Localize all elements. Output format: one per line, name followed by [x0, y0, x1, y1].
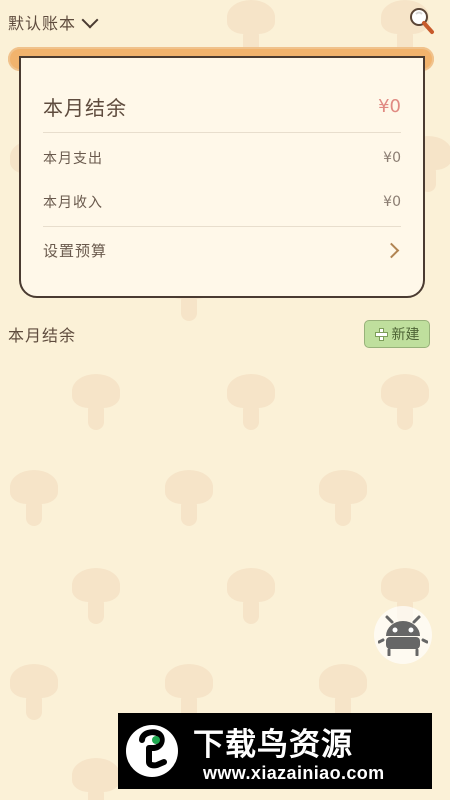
watermark-banner: 下载鸟资源 www.xiazainiao.com	[118, 713, 432, 789]
mushroom-decoration	[319, 470, 367, 530]
set-budget-label: 设置预算	[43, 242, 108, 260]
monthly-summary-card: 本月结余 ¥0 本月支出 ¥0 本月收入 ¥0 设置预算	[19, 56, 425, 298]
monthly-income-row: 本月收入 ¥0	[43, 192, 401, 212]
monthly-balance-value: ¥0	[378, 96, 401, 117]
mushroom-decoration	[10, 470, 58, 530]
mushroom-decoration	[227, 568, 275, 628]
mushroom-decoration	[10, 664, 58, 724]
mushroom-decoration	[381, 374, 429, 434]
top-bar: 默认账本	[0, 0, 450, 46]
mushroom-decoration	[165, 470, 213, 530]
divider	[43, 226, 401, 227]
ledger-selector[interactable]: 默认账本	[8, 10, 99, 34]
plus-icon	[374, 327, 388, 341]
monthly-expense-row: 本月支出 ¥0	[43, 148, 401, 168]
monthly-expense-value: ¥0	[383, 150, 401, 166]
monthly-expense-label: 本月支出	[43, 151, 103, 167]
section-title: 本月结余	[8, 326, 77, 345]
search-icon	[410, 8, 434, 34]
new-button-label: 新建	[391, 327, 420, 343]
mushroom-decoration	[72, 758, 120, 800]
monthly-balance-label: 本月结余	[43, 96, 127, 120]
ledger-name: 默认账本	[8, 14, 77, 33]
chevron-right-icon	[383, 242, 400, 259]
watermark-url: www.xiazainiao.com	[203, 763, 385, 783]
watermark-title: 下载鸟资源	[193, 727, 353, 762]
bird-logo-icon	[126, 725, 178, 777]
monthly-income-value: ¥0	[383, 194, 401, 210]
set-budget-row[interactable]: 设置预算	[43, 240, 401, 261]
chevron-down-icon	[81, 11, 99, 29]
search-button[interactable]	[408, 6, 436, 36]
divider	[43, 132, 401, 133]
monthly-income-label: 本月收入	[43, 195, 103, 211]
android-robot-icon	[378, 615, 428, 656]
new-button[interactable]: 新建	[364, 320, 430, 348]
mushroom-decoration	[72, 568, 120, 628]
mushroom-decoration	[72, 374, 120, 434]
mushroom-decoration	[227, 374, 275, 434]
monthly-balance-row: 本月结余 ¥0	[43, 92, 401, 121]
floating-android-button[interactable]	[374, 606, 432, 664]
